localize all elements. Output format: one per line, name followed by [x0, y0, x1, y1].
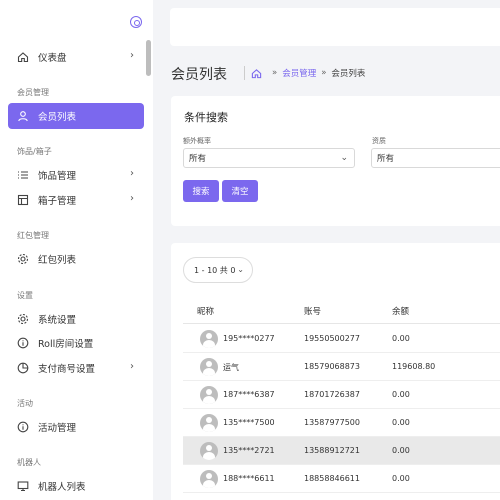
sidebar-item-dashboard[interactable]: 仪表盘 › [8, 44, 144, 70]
chevron-right-icon: › [130, 193, 134, 204]
field-label: 资质 [372, 137, 386, 145]
sidebar-item-label: 支付商号设置 [38, 364, 96, 375]
cell-nickname: 135****2721 [223, 446, 275, 455]
probability-select[interactable]: 所有 ⌄ [183, 148, 355, 168]
table-row[interactable]: 187****6387 18701726387 0.00 [183, 381, 500, 409]
cell-balance: 0.00 [392, 334, 410, 343]
sidebar-item-redpacket-list[interactable]: 红包列表 [8, 246, 144, 272]
breadcrumb-separator: » [272, 68, 278, 78]
home-icon [17, 51, 29, 63]
sidebar: 仪表盘 › 会员管理 会员列表 饰品/箱子 饰品管理 › 箱子管理 › 红包管理… [0, 0, 153, 500]
divider [244, 66, 245, 80]
sidebar-item-robot-list[interactable]: 机器人列表 [8, 473, 144, 499]
column-header-balance: 余额 [392, 307, 410, 317]
avatar [200, 330, 218, 348]
sidebar-group-label: 饰品/箱子 [17, 147, 52, 156]
table-row[interactable]: 195****0277 19550500277 0.00 [183, 325, 500, 353]
chevron-right-icon: › [130, 361, 134, 372]
filter-title: 条件搜索 [184, 111, 228, 124]
cell-nickname: 187****6387 [223, 390, 275, 399]
column-header-nickname: 昵称 [197, 307, 215, 317]
box-icon [17, 194, 29, 206]
sidebar-item-activity-manage[interactable]: 活动管理 [8, 414, 144, 440]
cell-account: 18579068873 [304, 362, 360, 371]
cell-account: 18701726387 [304, 390, 360, 399]
monitor-icon [17, 480, 29, 492]
table-row[interactable]: 188****6611 18858846611 0.00 [183, 465, 500, 493]
sidebar-group-label: 活动 [17, 399, 33, 408]
avatar [200, 414, 218, 432]
breadcrumb-link[interactable]: 会员管理 [282, 67, 316, 79]
cell-balance: 0.00 [392, 418, 410, 427]
breadcrumb-separator: » [321, 68, 327, 78]
breadcrumb: » 会员管理 » 会员列表 [244, 66, 365, 80]
cell-nickname: 195****0277 [223, 334, 275, 343]
sidebar-group-label: 红包管理 [17, 231, 49, 240]
sidebar-item-pay-settings[interactable]: 支付商号设置 › [8, 355, 144, 381]
chevron-right-icon: › [130, 168, 134, 179]
sidebar-item-items-manage[interactable]: 饰品管理 › [8, 162, 144, 188]
sidebar-item-label: 机器人列表 [38, 482, 86, 493]
cell-account: 18858846611 [304, 474, 360, 483]
sidebar-item-label: 会员列表 [38, 112, 77, 123]
list-icon [17, 169, 29, 181]
cell-nickname: 188****6611 [223, 474, 275, 483]
table-row[interactable]: 135****2721 13588912721 0.00 [183, 437, 500, 465]
gear-icon [17, 313, 29, 325]
sidebar-item-member-list[interactable]: 会员列表 [8, 103, 144, 129]
sidebar-group-label: 机器人 [17, 458, 41, 467]
gear-icon [17, 253, 29, 265]
qualification-select[interactable]: 所有 [371, 148, 500, 168]
cell-balance: 119608.80 [392, 362, 436, 371]
top-bar [170, 8, 500, 46]
cell-account: 19550500277 [304, 334, 360, 343]
breadcrumb-current: 会员列表 [331, 69, 366, 79]
cell-balance: 0.00 [392, 446, 410, 455]
home-icon[interactable] [251, 68, 262, 79]
pager-text: 1 - 10 共 0 [194, 265, 236, 275]
sidebar-item-roll-settings[interactable]: Roll房间设置 [8, 330, 144, 356]
select-value: 所有 [189, 154, 207, 164]
sidebar-item-label: 活动管理 [38, 423, 77, 434]
table-row[interactable]: 135****7500 13587977500 0.00 [183, 409, 500, 437]
sidebar-item-box-manage[interactable]: 箱子管理 › [8, 187, 144, 213]
sidebar-item-label: 饰品管理 [38, 171, 77, 182]
sidebar-item-label: 箱子管理 [38, 196, 77, 207]
search-button[interactable]: 搜索 [183, 180, 219, 202]
cell-account: 13588912721 [304, 446, 360, 455]
sidebar-group-label: 会员管理 [17, 88, 49, 97]
info-icon [17, 337, 29, 349]
user-icon [17, 110, 29, 122]
header-divider [183, 323, 500, 324]
field-label: 额外概率 [183, 137, 211, 145]
sidebar-item-label: Roll房间设置 [38, 339, 94, 350]
chevron-right-icon: › [130, 50, 134, 61]
collapse-toggle-icon[interactable] [130, 16, 142, 28]
sidebar-item-system-settings[interactable]: 系统设置 [8, 306, 144, 332]
avatar [200, 358, 218, 376]
cell-nickname: 运气 [223, 363, 239, 372]
clear-button[interactable]: 清空 [222, 180, 258, 202]
sidebar-item-label: 系统设置 [38, 315, 77, 326]
sidebar-group-label: 设置 [17, 291, 33, 300]
page-title: 会员列表 [171, 67, 227, 83]
pie-chart-icon [17, 362, 29, 374]
chevron-down-icon: ⌄ [237, 265, 244, 274]
table-row[interactable]: 运气 18579068873 119608.80 [183, 353, 500, 381]
select-value: 所有 [377, 154, 395, 164]
avatar [200, 470, 218, 488]
info-icon [17, 421, 29, 433]
cell-nickname: 135****7500 [223, 418, 275, 427]
cell-balance: 0.00 [392, 390, 410, 399]
cell-balance: 0.00 [392, 474, 410, 483]
sidebar-item-label: 仪表盘 [38, 53, 67, 64]
avatar [200, 386, 218, 404]
page-size-select[interactable]: 1 - 10 共 0 ⌄ [183, 257, 253, 283]
chevron-down-icon: ⌄ [340, 153, 348, 163]
avatar [200, 442, 218, 460]
sidebar-item-label: 红包列表 [38, 255, 77, 266]
sidebar-scrollbar[interactable] [146, 40, 151, 76]
cell-account: 13587977500 [304, 418, 360, 427]
column-header-account: 账号 [304, 307, 322, 317]
